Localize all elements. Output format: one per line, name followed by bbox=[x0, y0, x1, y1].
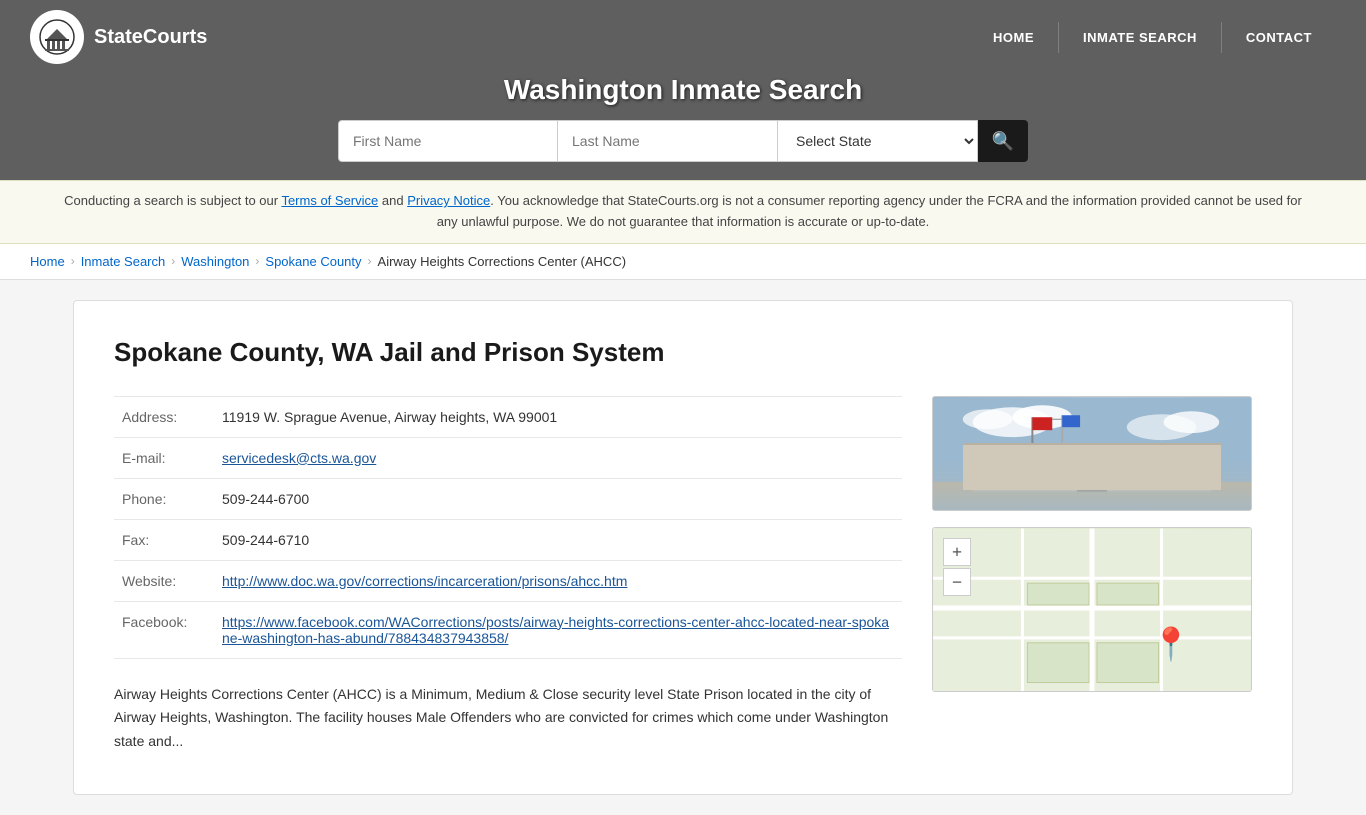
breadcrumb-sep-3: › bbox=[255, 254, 259, 268]
phone-label: Phone: bbox=[114, 478, 214, 519]
website-value: http://www.doc.wa.gov/corrections/incarc… bbox=[214, 560, 902, 601]
nav-contact[interactable]: CONTACT bbox=[1221, 22, 1336, 53]
terms-of-service-link[interactable]: Terms of Service bbox=[281, 193, 378, 208]
map-controls: + − bbox=[943, 538, 971, 596]
info-right-column: + − 📍 bbox=[932, 396, 1252, 692]
map-svg bbox=[933, 528, 1251, 692]
phone-value: 509-244-6700 bbox=[214, 478, 902, 519]
facility-image-svg bbox=[933, 397, 1251, 511]
state-select[interactable]: Select StateAlabamaAlaskaArizonaArkansas… bbox=[778, 120, 978, 162]
table-row-facebook: Facebook: https://www.facebook.com/WACor… bbox=[114, 601, 902, 658]
email-link[interactable]: servicedesk@cts.wa.gov bbox=[222, 450, 376, 466]
facebook-value: https://www.facebook.com/WACorrections/p… bbox=[214, 601, 902, 658]
disclaimer-text-3: . You acknowledge that StateCourts.org i… bbox=[437, 193, 1302, 229]
fax-value: 509-244-6710 bbox=[214, 519, 902, 560]
facility-description: Airway Heights Corrections Center (AHCC)… bbox=[114, 683, 902, 754]
breadcrumb: Home › Inmate Search › Washington › Spok… bbox=[0, 244, 1366, 280]
top-navigation: StateCourts HOME INMATE SEARCH CONTACT bbox=[0, 0, 1366, 74]
facility-image bbox=[932, 396, 1252, 511]
first-name-input[interactable] bbox=[338, 120, 558, 162]
website-link[interactable]: http://www.doc.wa.gov/corrections/incarc… bbox=[222, 573, 627, 589]
map-zoom-in-button[interactable]: + bbox=[943, 538, 971, 566]
email-value: servicedesk@cts.wa.gov bbox=[214, 437, 902, 478]
map-pin: 📍 bbox=[1151, 625, 1191, 663]
website-label: Website: bbox=[114, 560, 214, 601]
nav-inmate-search[interactable]: INMATE SEARCH bbox=[1058, 22, 1221, 53]
table-row-address: Address: 11919 W. Sprague Avenue, Airway… bbox=[114, 396, 902, 437]
logo-circle bbox=[30, 10, 84, 64]
disclaimer-text-1: Conducting a search is subject to our bbox=[64, 193, 281, 208]
search-icon: 🔍 bbox=[992, 131, 1014, 152]
breadcrumb-sep-1: › bbox=[71, 254, 75, 268]
info-layout: Address: 11919 W. Sprague Avenue, Airway… bbox=[114, 396, 1252, 754]
site-name-text: StateCourts bbox=[94, 26, 207, 49]
fax-label: Fax: bbox=[114, 519, 214, 560]
site-logo-link[interactable]: StateCourts bbox=[30, 10, 207, 64]
nav-home[interactable]: HOME bbox=[969, 22, 1058, 53]
breadcrumb-sep-2: › bbox=[171, 254, 175, 268]
breadcrumb-state[interactable]: Washington bbox=[181, 254, 249, 269]
header-title-area: Washington Inmate Search Select StateAla… bbox=[0, 74, 1366, 180]
table-row-phone: Phone: 509-244-6700 bbox=[114, 478, 902, 519]
search-button[interactable]: 🔍 bbox=[978, 120, 1028, 162]
breadcrumb-county[interactable]: Spokane County bbox=[265, 254, 361, 269]
nav-links-container: HOME INMATE SEARCH CONTACT bbox=[969, 22, 1336, 53]
address-value: 11919 W. Sprague Avenue, Airway heights,… bbox=[214, 396, 902, 437]
table-row-website: Website: http://www.doc.wa.gov/correctio… bbox=[114, 560, 902, 601]
main-content: Spokane County, WA Jail and Prison Syste… bbox=[43, 280, 1323, 815]
breadcrumb-inmate-search[interactable]: Inmate Search bbox=[81, 254, 166, 269]
table-row-email: E-mail: servicedesk@cts.wa.gov bbox=[114, 437, 902, 478]
map-background bbox=[933, 528, 1251, 691]
last-name-input[interactable] bbox=[558, 120, 778, 162]
site-header: StateCourts HOME INMATE SEARCH CONTACT W… bbox=[0, 0, 1366, 180]
facebook-link[interactable]: https://www.facebook.com/WACorrections/p… bbox=[222, 614, 889, 646]
email-label: E-mail: bbox=[114, 437, 214, 478]
breadcrumb-home[interactable]: Home bbox=[30, 254, 65, 269]
map-container: + − 📍 bbox=[932, 527, 1252, 692]
disclaimer-bar: Conducting a search is subject to our Te… bbox=[0, 180, 1366, 244]
search-bar: Select StateAlabamaAlaskaArizonaArkansas… bbox=[20, 120, 1346, 162]
facebook-label: Facebook: bbox=[114, 601, 214, 658]
content-card: Spokane County, WA Jail and Prison Syste… bbox=[73, 300, 1293, 795]
map-zoom-out-button[interactable]: − bbox=[943, 568, 971, 596]
privacy-notice-link[interactable]: Privacy Notice bbox=[407, 193, 490, 208]
disclaimer-text-2: and bbox=[378, 193, 407, 208]
logo-icon bbox=[39, 19, 75, 55]
facility-info-table: Address: 11919 W. Sprague Avenue, Airway… bbox=[114, 396, 902, 659]
info-left-column: Address: 11919 W. Sprague Avenue, Airway… bbox=[114, 396, 902, 754]
table-row-fax: Fax: 509-244-6710 bbox=[114, 519, 902, 560]
breadcrumb-current: Airway Heights Corrections Center (AHCC) bbox=[378, 254, 627, 269]
page-main-title: Washington Inmate Search bbox=[20, 74, 1346, 106]
facility-page-title: Spokane County, WA Jail and Prison Syste… bbox=[114, 337, 1252, 368]
address-label: Address: bbox=[114, 396, 214, 437]
breadcrumb-sep-4: › bbox=[368, 254, 372, 268]
